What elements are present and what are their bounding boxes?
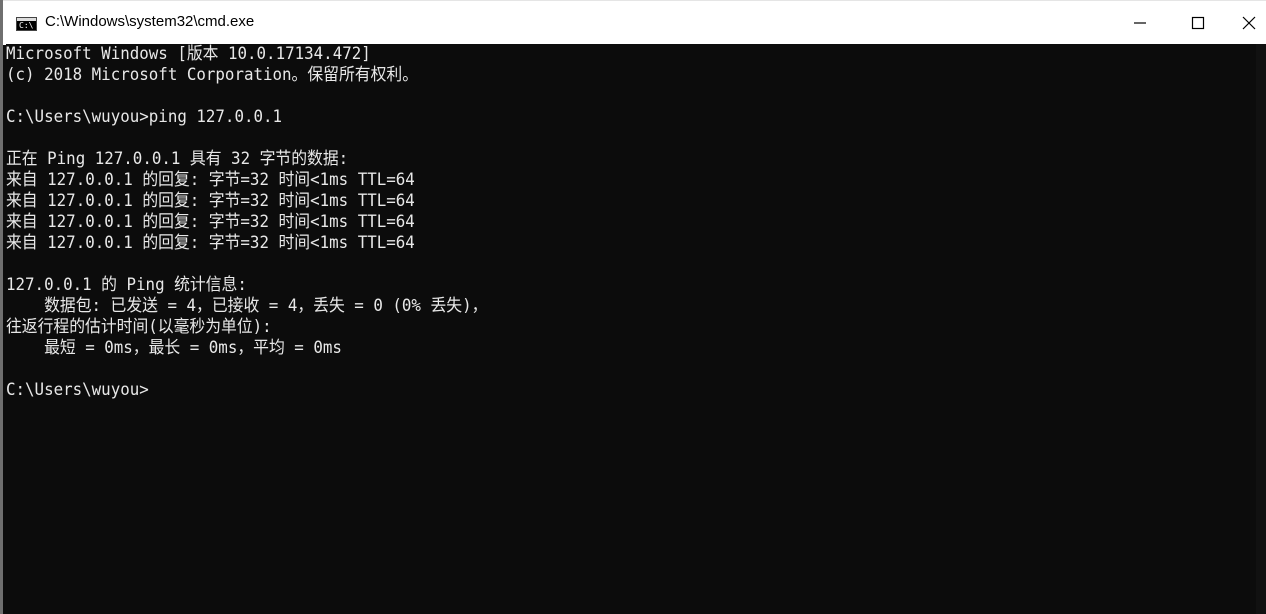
console-line: 来自 127.0.0.1 的回复: 字节=32 时间<1ms TTL=64: [6, 170, 415, 190]
console-line: 正在 Ping 127.0.0.1 具有 32 字节的数据:: [6, 149, 349, 169]
maximize-icon: [1191, 16, 1205, 30]
console-line: Microsoft Windows [版本 10.0.17134.472]: [6, 44, 371, 64]
console-line: 往返行程的估计时间(以毫秒为单位):: [6, 317, 272, 337]
command-prompt[interactable]: C:\Users\wuyou>: [6, 380, 1169, 401]
minimize-icon: [1134, 22, 1146, 24]
console-line: 来自 127.0.0.1 的回复: 字节=32 时间<1ms TTL=64: [6, 191, 415, 211]
console-line: 来自 127.0.0.1 的回复: 字节=32 时间<1ms TTL=64: [6, 233, 415, 253]
minimize-button[interactable]: [1111, 1, 1169, 45]
title-bar[interactable]: C:\ C:\Windows\system32\cmd.exe: [3, 0, 1266, 45]
cmd-window: C:\ C:\Windows\system32\cmd.exe Microsof…: [0, 0, 1266, 614]
window-title: C:\Windows\system32\cmd.exe: [45, 13, 255, 30]
maximize-button[interactable]: [1169, 1, 1227, 45]
vertical-scrollbar[interactable]: [1256, 44, 1266, 614]
console-line: 127.0.0.1 的 Ping 统计信息:: [6, 275, 247, 295]
console-line: 最短 = 0ms，最长 = 0ms，平均 = 0ms: [6, 338, 342, 358]
close-icon: [1242, 16, 1255, 30]
console-output[interactable]: Microsoft Windows [版本 10.0.17134.472] (c…: [6, 44, 1256, 614]
console-line: 来自 127.0.0.1 的回复: 字节=32 时间<1ms TTL=64: [6, 212, 415, 232]
console-line: (c) 2018 Microsoft Corporation。保留所有权利。: [6, 65, 419, 85]
console-line: C:\Users\wuyou>ping 127.0.0.1: [6, 107, 283, 127]
console-line: 数据包: 已发送 = 4，已接收 = 4，丢失 = 0 (0% 丢失)，: [6, 296, 488, 316]
close-button[interactable]: [1228, 1, 1266, 45]
cmd-icon[interactable]: C:\: [16, 17, 37, 31]
